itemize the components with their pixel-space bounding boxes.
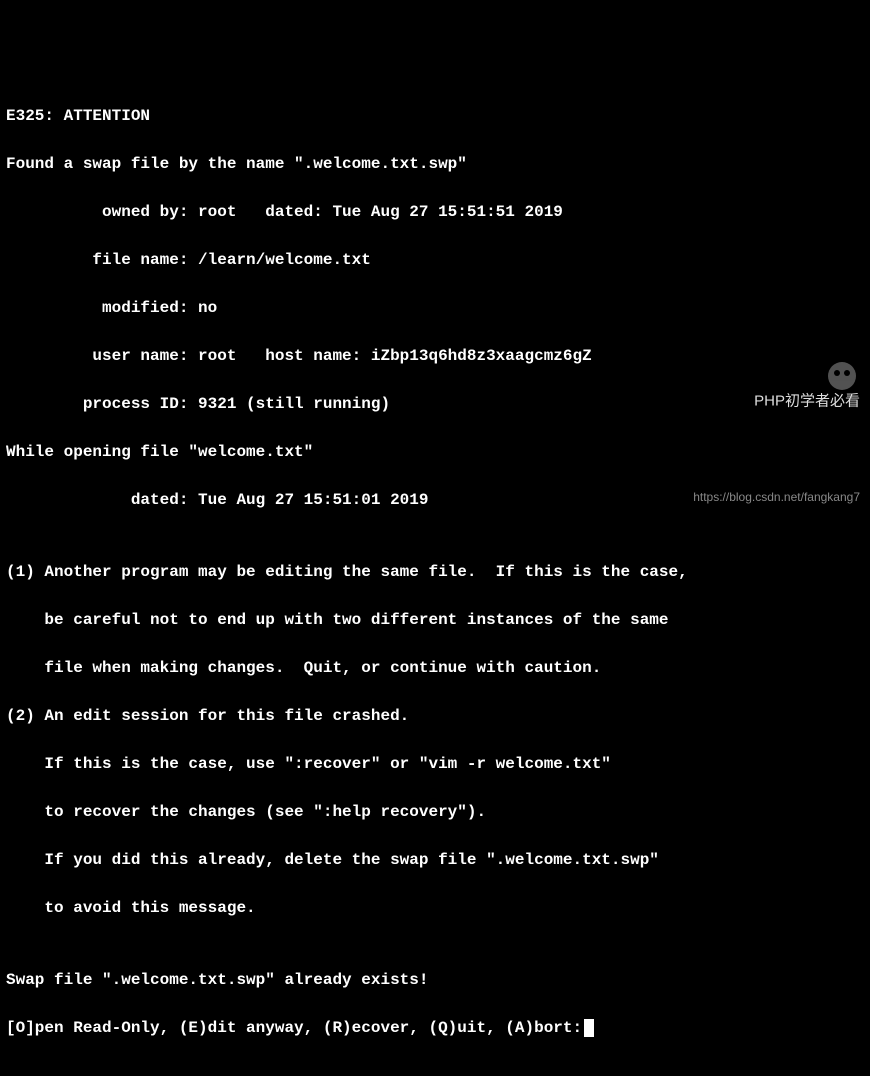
swap-exists-line: Swap file ".welcome.txt.swp" already exi… — [6, 968, 864, 992]
advice-2-e: to avoid this message. — [6, 896, 864, 920]
watermark-title: PHP初学者必看 — [754, 393, 860, 410]
advice-1-c: file when making changes. Quit, or conti… — [6, 656, 864, 680]
wechat-icon — [828, 362, 856, 390]
advice-2-d: If you did this already, delete the swap… — [6, 848, 864, 872]
swap-found-line: Found a swap file by the name ".welcome.… — [6, 152, 864, 176]
advice-1-a: (1) Another program may be editing the s… — [6, 560, 864, 584]
swap-owned-by: owned by: root dated: Tue Aug 27 15:51:5… — [6, 200, 864, 224]
watermark: PHP初学者必看 https://blog.csdn.net/fangkang7 — [693, 290, 860, 530]
prompt-text: [O]pen Read-Only, (E)dit anyway, (R)ecov… — [6, 1019, 582, 1037]
swap-file-name: file name: /learn/welcome.txt — [6, 248, 864, 272]
advice-2-c: to recover the changes (see ":help recov… — [6, 800, 864, 824]
advice-2-a: (2) An edit session for this file crashe… — [6, 704, 864, 728]
vim-attention-header: E325: ATTENTION — [6, 104, 864, 128]
cursor-icon — [584, 1019, 594, 1037]
watermark-url: https://blog.csdn.net/fangkang7 — [693, 488, 860, 506]
vim-prompt-line[interactable]: [O]pen Read-Only, (E)dit anyway, (R)ecov… — [6, 1016, 864, 1040]
advice-2-b: If this is the case, use ":recover" or "… — [6, 752, 864, 776]
advice-1-b: be careful not to end up with two differ… — [6, 608, 864, 632]
